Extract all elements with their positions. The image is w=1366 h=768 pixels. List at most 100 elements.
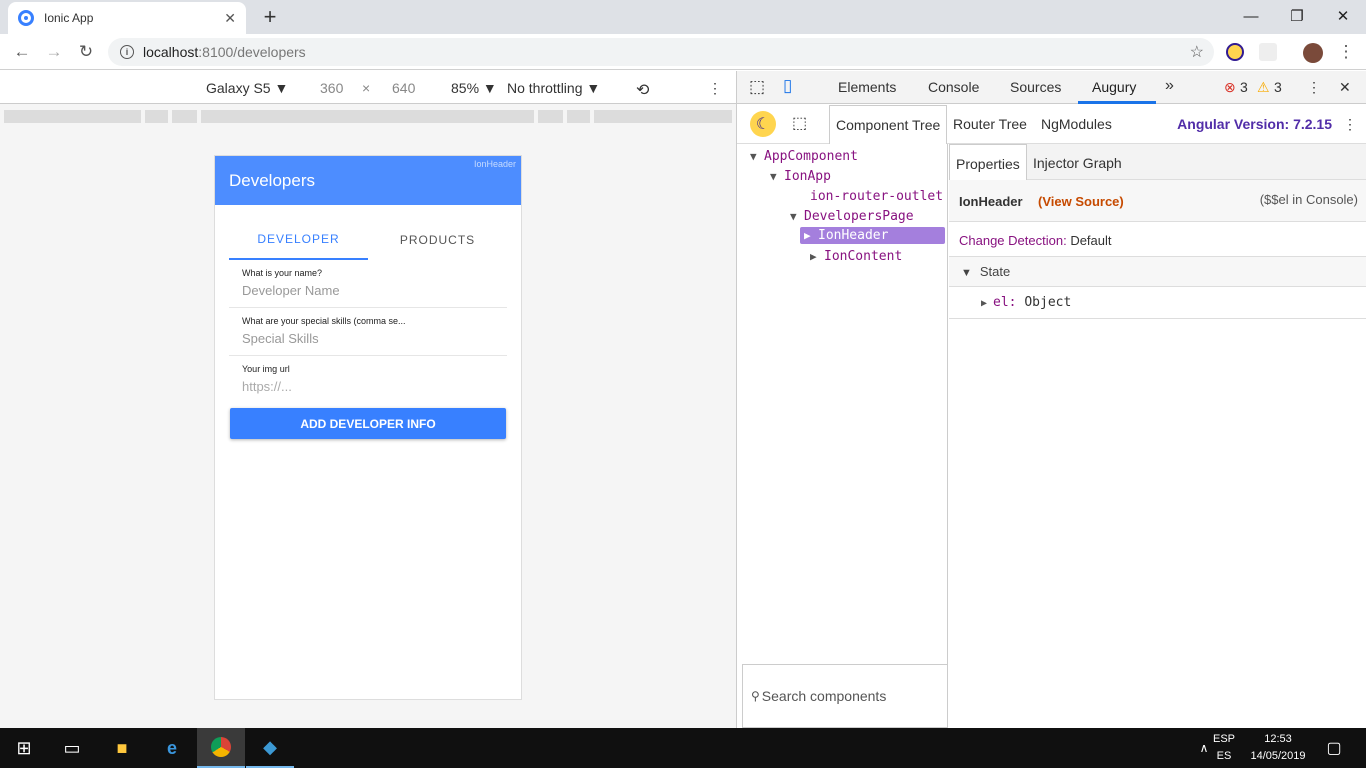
device-more-icon[interactable]: ⋮ — [708, 80, 722, 97]
view-source-link[interactable]: (View Source) — [1038, 194, 1124, 209]
field-placeholder[interactable]: Special Skills — [242, 331, 494, 346]
more-tabs-icon[interactable]: » — [1165, 77, 1174, 95]
error-count[interactable]: 3 — [1240, 79, 1248, 95]
media-query-segment[interactable] — [145, 110, 168, 123]
collapsed-triangle-icon[interactable]: ▶ — [804, 229, 818, 242]
segment-developer[interactable]: DEVELOPER — [229, 220, 368, 260]
rotate-icon[interactable]: ⟲ — [636, 80, 649, 100]
reload-icon[interactable]: ↻ — [74, 40, 98, 64]
expanded-triangle-icon[interactable]: ▼ — [750, 150, 764, 163]
tab-router-tree[interactable]: Router Tree — [953, 116, 1027, 132]
back-arrow-icon[interactable]: ← — [10, 40, 34, 64]
close-window-button[interactable]: ✕ — [1320, 2, 1366, 30]
expanded-triangle-icon[interactable]: ▼ — [770, 170, 784, 183]
search-icon: ⚲ — [751, 689, 760, 703]
name-field[interactable]: What is your name? Developer Name — [229, 260, 507, 308]
media-query-segment[interactable] — [4, 110, 141, 123]
collapsed-triangle-icon[interactable]: ▶ — [810, 250, 824, 263]
tab-injector-graph[interactable]: Injector Graph — [1027, 144, 1128, 180]
tab-close-icon[interactable]: ✕ — [224, 10, 236, 27]
viewport-width[interactable]: 360 — [320, 80, 343, 96]
media-query-segment[interactable] — [594, 110, 732, 123]
url-input[interactable]: i localhost:8100/developers ☆ — [108, 38, 1214, 66]
add-developer-button[interactable]: ADD DEVELOPER INFO — [230, 408, 506, 439]
properties-tabbar: Properties Injector Graph — [949, 144, 1366, 180]
extension-icon[interactable] — [1259, 43, 1277, 61]
task-view-icon[interactable]: ▭ — [48, 728, 96, 768]
field-placeholder[interactable]: Developer Name — [242, 283, 494, 298]
tab-properties[interactable]: Properties — [949, 144, 1027, 180]
tab-augury[interactable]: Augury — [1092, 79, 1136, 95]
browser-title-bar: Ionic App ✕ + — ❐ ✕ — [0, 0, 1366, 34]
tree-node-appcomponent[interactable]: ▼ AppComponent — [750, 149, 858, 164]
img-url-field[interactable]: Your img url https://... — [229, 356, 507, 404]
tree-node-ion-router-outlet[interactable]: ion-router-outlet — [810, 189, 943, 204]
address-bar: ← → ↻ i localhost:8100/developers ☆ ⋮ — [0, 34, 1366, 70]
device-select[interactable]: Galaxy S5 ▼ — [206, 80, 288, 96]
devtools-close-icon[interactable]: ✕ — [1339, 79, 1351, 96]
inspect-element-icon[interactable]: ⬚ — [749, 77, 765, 97]
devtools-menu-icon[interactable]: ⋮ — [1307, 79, 1321, 96]
tab-component-tree[interactable]: Component Tree — [829, 105, 948, 144]
augury-extension-icon[interactable] — [1226, 43, 1244, 61]
skills-field[interactable]: What are your special skills (comma se..… — [229, 308, 507, 356]
new-tab-button[interactable]: + — [258, 4, 282, 30]
field-placeholder[interactable]: https://... — [242, 379, 494, 394]
media-query-segment[interactable] — [201, 110, 534, 123]
tree-node-developerspage[interactable]: ▼ DevelopersPage — [790, 209, 914, 224]
state-property-row[interactable]: ▶ el: Object — [949, 287, 1366, 319]
file-explorer-icon[interactable]: ■ — [98, 728, 146, 768]
warning-icon[interactable]: ⚠ — [1257, 79, 1270, 96]
tab-console[interactable]: Console — [928, 79, 979, 95]
maximize-button[interactable]: ❐ — [1274, 2, 1320, 30]
minimize-button[interactable]: — — [1228, 2, 1274, 30]
edge-icon[interactable]: e — [148, 728, 196, 768]
augury-menu-icon[interactable]: ⋮ — [1343, 116, 1357, 133]
viewport-height[interactable]: 640 — [392, 80, 415, 96]
warning-count[interactable]: 3 — [1274, 79, 1282, 95]
tab-ngmodules[interactable]: NgModules — [1041, 116, 1112, 132]
media-query-segment[interactable] — [567, 110, 590, 123]
state-section-header[interactable]: ▼ State — [949, 257, 1366, 287]
tree-node-ionapp[interactable]: ▼ IonApp — [770, 169, 831, 184]
clock-date[interactable]: 14/05/2019 — [1245, 750, 1311, 762]
app-header: Developers IonHeader — [215, 156, 521, 205]
device-toggle-icon[interactable]: ▯ — [783, 76, 792, 96]
phone-screen: Developers IonHeader DEVELOPER PRODUCTS … — [214, 155, 522, 700]
field-label: What is your name? — [242, 268, 323, 278]
expanded-triangle-icon[interactable]: ▼ — [790, 210, 804, 223]
input-language-top[interactable]: ESP — [1210, 733, 1238, 745]
windows-start-icon[interactable]: ⊞ — [0, 728, 48, 768]
chrome-icon[interactable] — [197, 728, 245, 768]
tab-sources[interactable]: Sources — [1010, 79, 1061, 95]
input-language-bottom[interactable]: ES — [1210, 750, 1238, 762]
clock-time[interactable]: 12:53 — [1245, 733, 1311, 745]
augury-toolbar: ☾ ⬚ Component Tree Router Tree NgModules… — [737, 104, 1366, 144]
select-component-icon[interactable]: ⬚ — [792, 113, 807, 133]
browser-tab[interactable]: Ionic App ✕ — [8, 2, 246, 34]
tree-node-ioncontent[interactable]: ▶ IonContent — [810, 249, 902, 264]
profile-avatar[interactable] — [1303, 43, 1323, 63]
error-icon[interactable]: ⊗ — [1224, 79, 1236, 96]
media-query-segment[interactable] — [172, 110, 197, 123]
url-host: localhost — [143, 44, 199, 60]
media-query-segment[interactable] — [538, 110, 563, 123]
forward-arrow-icon[interactable]: → — [42, 40, 66, 64]
chrome-menu-icon[interactable]: ⋮ — [1334, 40, 1358, 64]
media-query-bar — [0, 104, 736, 128]
throttling-select[interactable]: No throttling ▼ — [507, 80, 600, 96]
collapsed-triangle-icon[interactable]: ▶ — [981, 298, 987, 309]
site-info-icon[interactable]: i — [120, 45, 134, 59]
vscode-icon[interactable]: ◆ — [246, 728, 294, 768]
tab-elements[interactable]: Elements — [838, 79, 896, 95]
zoom-select[interactable]: 85% ▼ — [451, 80, 497, 96]
tree-node-ionheader[interactable]: ▶ IonHeader — [800, 227, 945, 244]
augury-logo-icon[interactable]: ☾ — [750, 111, 776, 137]
notifications-icon[interactable]: ▢ — [1310, 728, 1358, 768]
segment-products[interactable]: PRODUCTS — [368, 220, 507, 260]
expanded-triangle-icon[interactable]: ▼ — [961, 267, 972, 279]
console-hint: ($$el in Console) — [1259, 192, 1358, 207]
search-components-input[interactable]: ⚲ Search components — [742, 664, 948, 728]
bookmark-star-icon[interactable]: ☆ — [1190, 42, 1204, 62]
component-tree: ▼ AppComponent ▼ IonApp ion-router-outlet … — [737, 144, 948, 728]
